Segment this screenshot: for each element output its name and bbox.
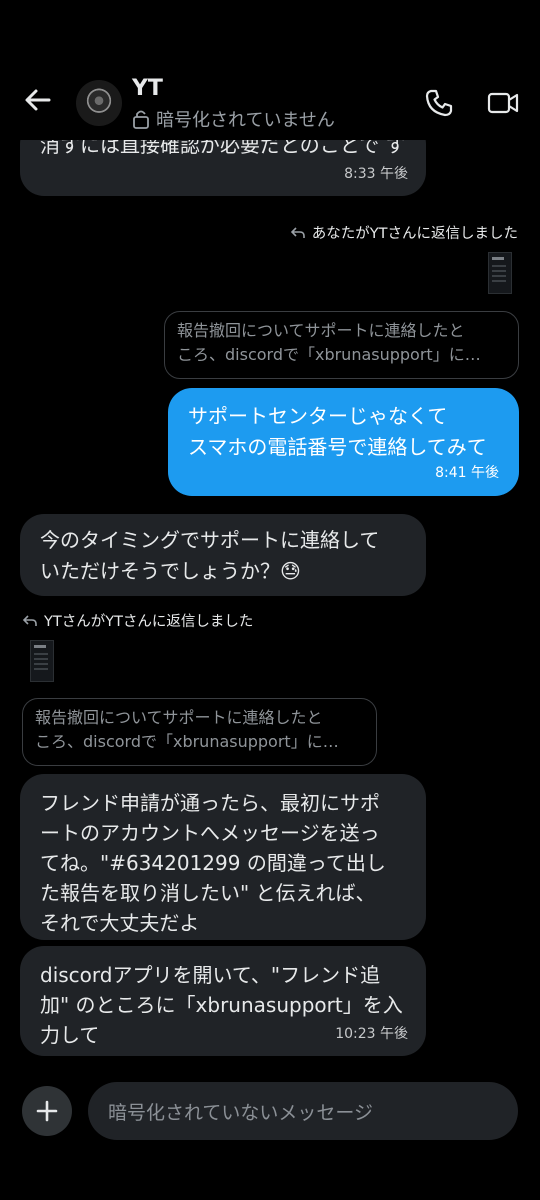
reply-icon bbox=[290, 226, 305, 238]
message-text-line: discordアプリを開いて、"フレンド追 bbox=[40, 963, 381, 987]
encryption-status: 暗号化されていません bbox=[132, 106, 335, 132]
quote-line: 報告撤回についてサポートに連絡したと bbox=[35, 708, 323, 727]
avatar[interactable] bbox=[76, 80, 122, 126]
conversation-header: YT 暗号化されていません bbox=[0, 0, 540, 140]
back-arrow-icon[interactable] bbox=[22, 84, 54, 116]
message-text-line: いただけそうでしょうか？😓 bbox=[40, 559, 301, 583]
message-text-line: 今のタイミングでサポートに連絡して bbox=[40, 528, 380, 552]
message-text-line: サポートセンターじゃなくて bbox=[188, 404, 448, 428]
message-text-line: てね。"#634201299 の間違って出し bbox=[40, 851, 386, 875]
message-time: 8:33 午後 bbox=[344, 166, 408, 182]
quoted-message[interactable]: 報告撤回についてサポートに連絡したと ころ、discordで「xbrunasup… bbox=[22, 698, 377, 766]
phone-icon[interactable] bbox=[424, 88, 454, 118]
reply-icon bbox=[22, 614, 37, 626]
message-composer: 暗号化されていないメッセージ bbox=[0, 1070, 540, 1200]
message-time: 10:23 午後 bbox=[335, 1026, 408, 1042]
lock-icon bbox=[133, 110, 149, 129]
message-text-line: 加" のところに「xbrunasupport」を入 bbox=[40, 993, 403, 1017]
reply-note: あなたがYTさんに返信しました bbox=[290, 222, 518, 243]
message-text-line: それで大丈夫だよ bbox=[40, 911, 200, 935]
plus-icon bbox=[36, 1100, 58, 1122]
quoted-message[interactable]: 報告撤回についてサポートに連絡したと ころ、discordで「xbrunasup… bbox=[164, 311, 519, 379]
message-text-line: た報告を取り消したい" と伝えれば、 bbox=[40, 881, 376, 905]
quote-line: ころ、discordで「xbrunasupport」に… bbox=[177, 345, 481, 364]
message-text-line: ートのアカウントへメッセージを送っ bbox=[40, 821, 380, 845]
message-bubble-incoming[interactable]: フレンド申請が通ったら、最初にサポ ートのアカウントへメッセージを送っ てね。"… bbox=[20, 774, 426, 940]
message-input-placeholder: 暗号化されていないメッセージ bbox=[108, 1101, 374, 1124]
quote-line: ころ、discordで「xbrunasupport」に… bbox=[35, 732, 339, 751]
message-text-line: スマホの電話番号で連絡してみて bbox=[188, 435, 487, 459]
message-bubble-incoming[interactable]: 今のタイミングでサポートに連絡して いただけそうでしょうか？😓 bbox=[20, 514, 426, 596]
message-bubble-incoming[interactable]: discordアプリを開いて、"フレンド追 加" のところに「xbrunasup… bbox=[20, 946, 426, 1056]
replied-image-thumbnail[interactable] bbox=[30, 640, 54, 682]
replied-image-thumbnail[interactable] bbox=[488, 252, 512, 294]
message-text-line: フレンド申請が通ったら、最初にサポ bbox=[40, 791, 380, 815]
reply-note: YTさんがYTさんに返信しました bbox=[22, 610, 253, 631]
video-icon[interactable] bbox=[487, 88, 519, 118]
message-bubble-outgoing[interactable]: サポートセンターじゃなくて スマホの電話番号で連絡してみて 8:41 午後 bbox=[168, 388, 519, 496]
contact-name[interactable]: YT bbox=[132, 76, 163, 101]
message-input[interactable]: 暗号化されていないメッセージ bbox=[88, 1082, 518, 1140]
reply-note-text: あなたがYTさんに返信しました bbox=[311, 226, 518, 242]
encryption-status-text: 暗号化されていません bbox=[156, 110, 335, 131]
quote-line: 報告撤回についてサポートに連絡したと bbox=[177, 321, 465, 340]
reply-note-text: YTさんがYTさんに返信しました bbox=[44, 614, 254, 630]
add-attachment-button[interactable] bbox=[22, 1086, 72, 1136]
message-time: 8:41 午後 bbox=[435, 465, 499, 481]
